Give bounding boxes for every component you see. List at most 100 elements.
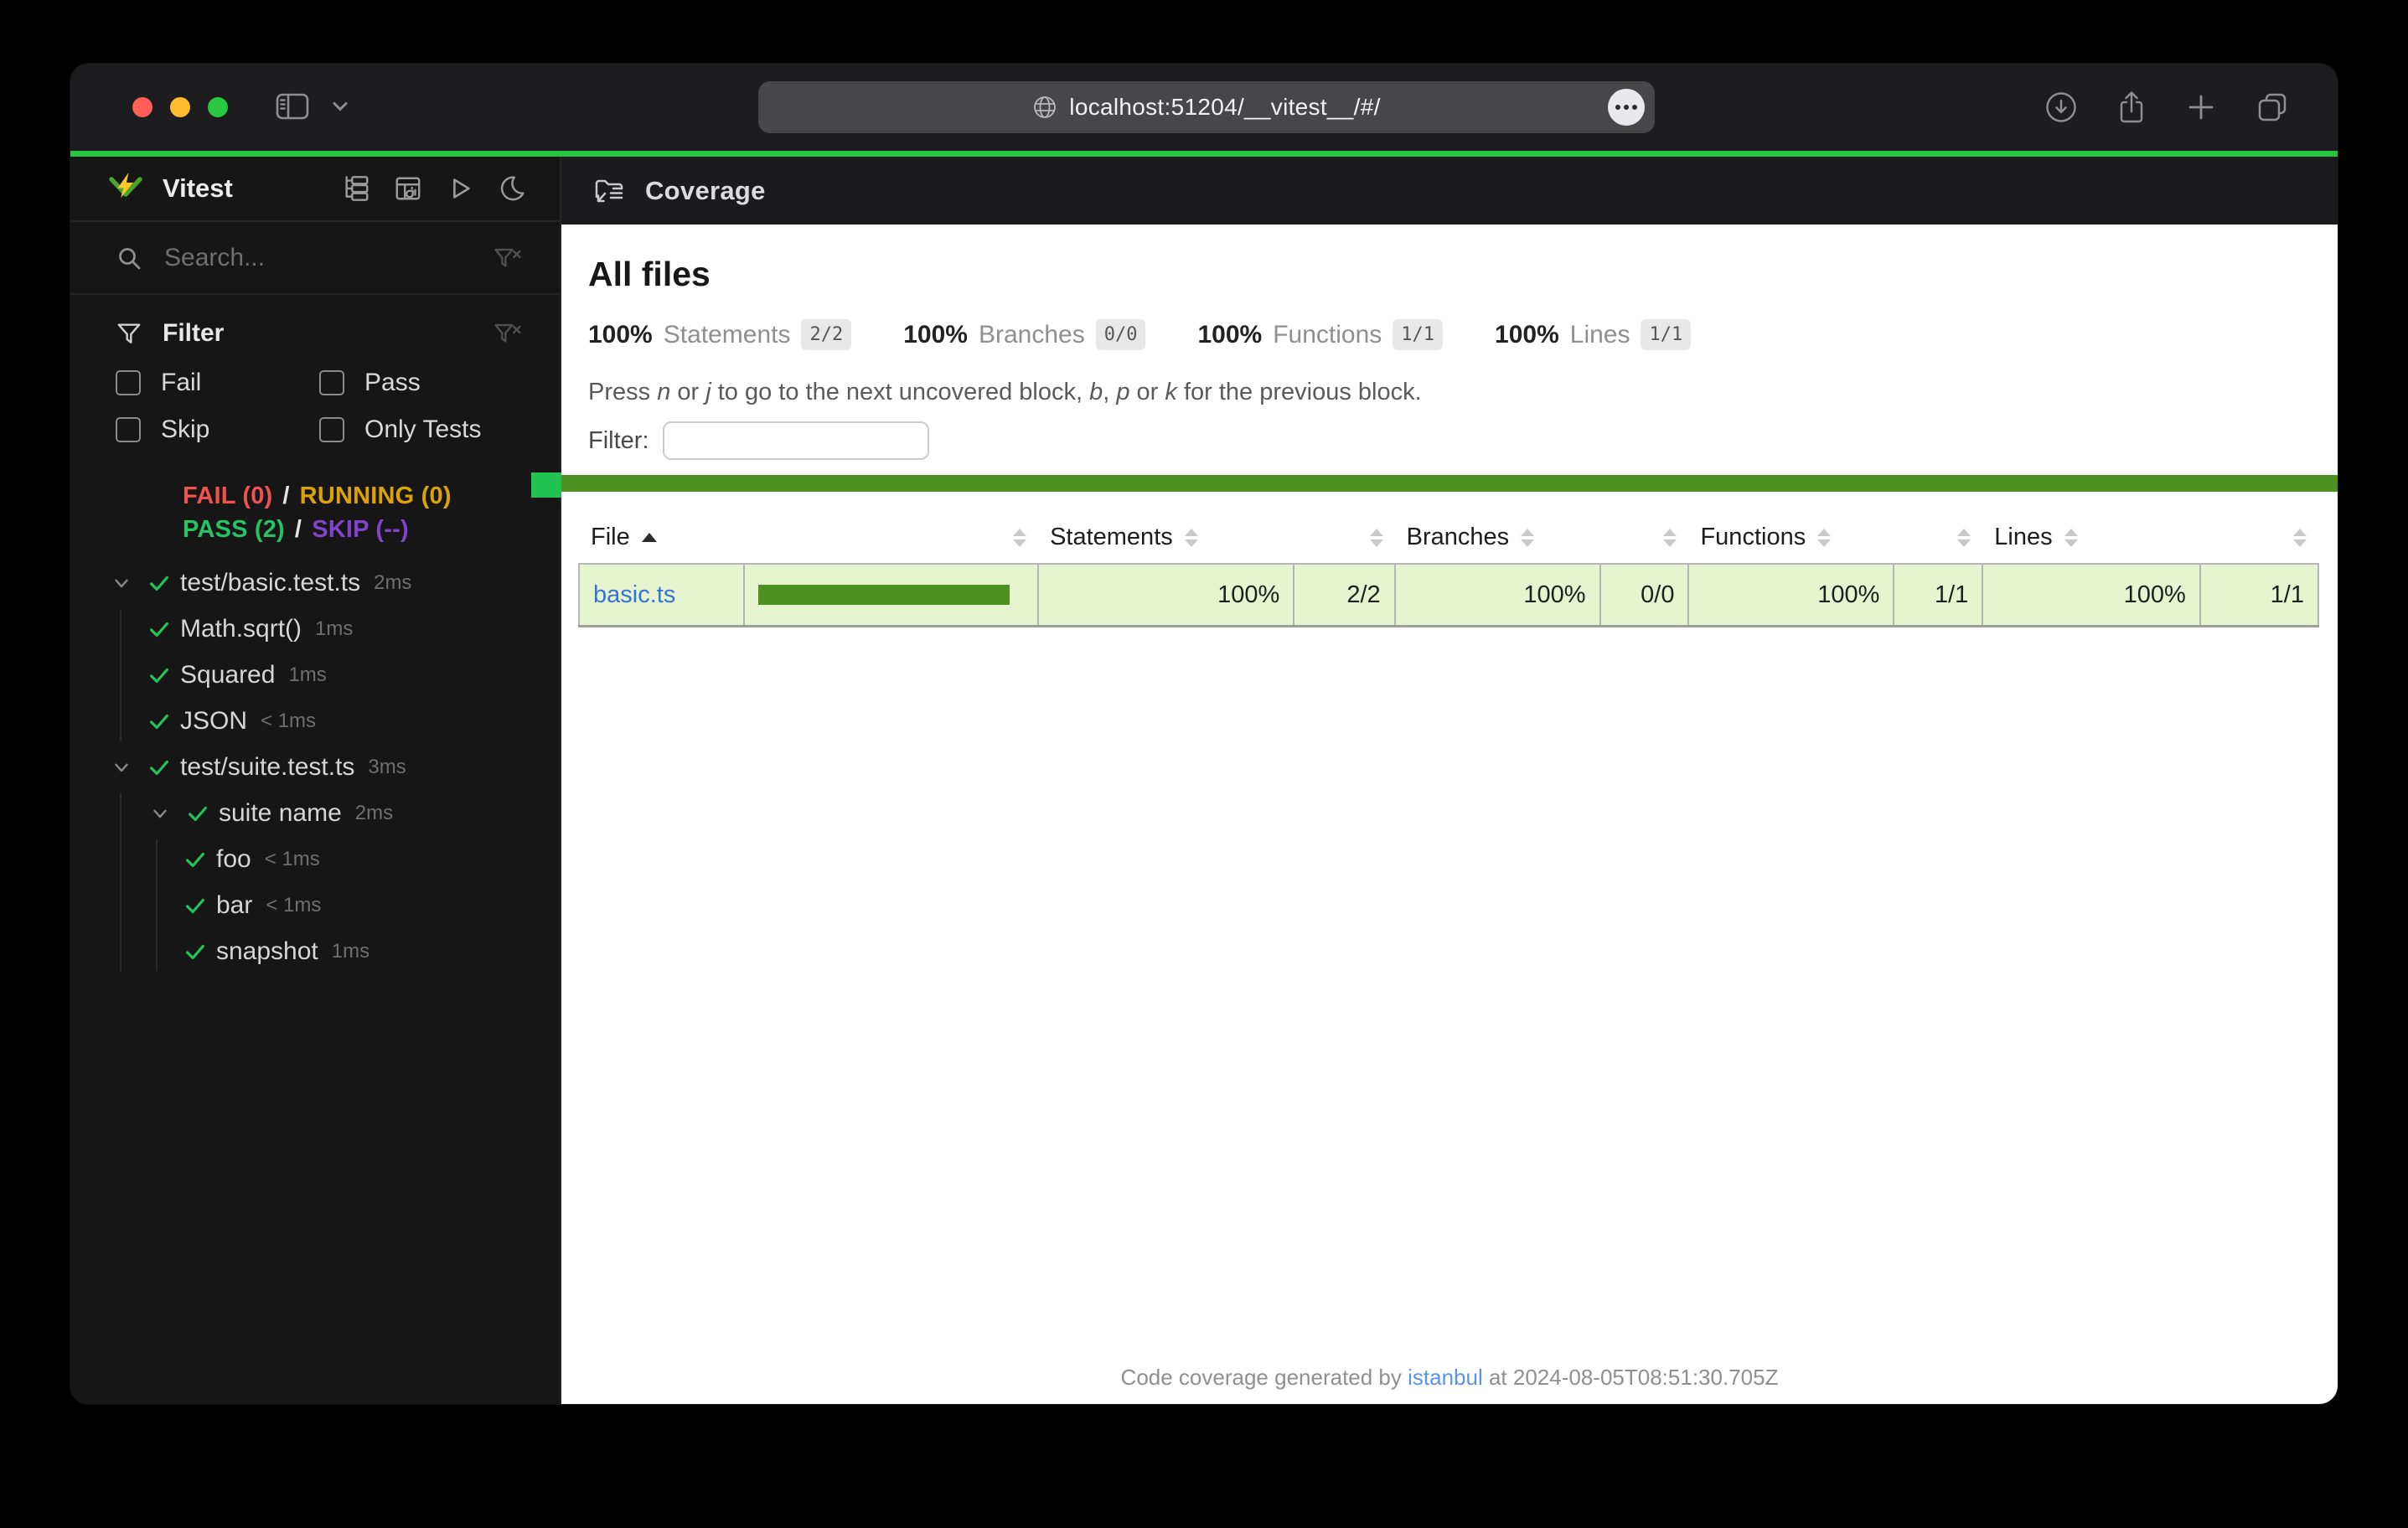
app-title: Vitest: [163, 173, 233, 204]
run-all-icon[interactable]: [446, 174, 474, 203]
sort-toggle-icon[interactable]: [1957, 529, 1971, 547]
progress-indicator: [531, 472, 561, 498]
sort-toggle-icon[interactable]: [1817, 529, 1831, 547]
sort-toggle-icon[interactable]: [2064, 529, 2078, 547]
minimize-window-button[interactable]: [170, 97, 190, 117]
column-header-lines[interactable]: Lines: [1982, 512, 2200, 564]
filter-option-pass[interactable]: Pass: [319, 369, 523, 397]
check-icon: [183, 847, 208, 872]
column-header[interactable]: [744, 512, 1038, 564]
filter-option-skip[interactable]: Skip: [116, 416, 319, 444]
sort-toggle-icon[interactable]: [1521, 529, 1534, 547]
test-case-row[interactable]: Math.sqrt()1ms: [70, 606, 560, 652]
checkbox[interactable]: [116, 370, 141, 395]
browser-titlebar: localhost:51204/__vitest__/#/: [70, 64, 2338, 151]
zoom-window-button[interactable]: [208, 97, 228, 117]
address-bar[interactable]: localhost:51204/__vitest__/#/: [758, 81, 1655, 133]
tree-view-icon[interactable]: [342, 174, 370, 203]
checkbox-label: Fail: [161, 369, 201, 397]
sidebar-toggle-icon[interactable]: [275, 91, 310, 121]
fraction-cell: 0/0: [1600, 564, 1689, 627]
dark-mode-moon-icon[interactable]: [498, 174, 526, 203]
column-header[interactable]: [2200, 512, 2318, 564]
stat-percent: 100%: [1495, 321, 1559, 349]
test-file-row[interactable]: test/suite.test.ts3ms: [70, 744, 560, 790]
status-count-sep: /: [282, 483, 289, 510]
column-header[interactable]: [1600, 512, 1689, 564]
status-count-fail: FAIL (0): [183, 483, 272, 510]
test-search-box[interactable]: Search...: [70, 220, 560, 295]
fraction-cell: 1/1: [1894, 564, 1982, 627]
downloads-icon[interactable]: [2044, 90, 2078, 124]
page-settings-button[interactable]: [1608, 89, 1645, 126]
test-file-row[interactable]: test/basic.test.ts2ms: [70, 560, 560, 606]
checkbox[interactable]: [319, 370, 344, 395]
sort-toggle-icon[interactable]: [1663, 529, 1677, 547]
test-case-row[interactable]: bar< 1ms: [70, 882, 560, 928]
dashboard-icon[interactable]: [394, 174, 422, 203]
column-header-branches[interactable]: Branches: [1395, 512, 1600, 564]
column-header-statements[interactable]: Statements: [1038, 512, 1294, 564]
share-icon[interactable]: [2116, 89, 2147, 126]
stat-functions: 100%Functions1/1: [1197, 319, 1443, 350]
chevron-down-icon[interactable]: [111, 756, 132, 778]
column-header-functions[interactable]: Functions: [1688, 512, 1894, 564]
column-label: File: [591, 524, 630, 551]
sort-ascending-icon[interactable]: [642, 533, 657, 542]
column-label: Branches: [1407, 524, 1510, 551]
file-link[interactable]: basic.ts: [593, 581, 675, 608]
coverage-filter-input[interactable]: [663, 421, 929, 460]
clear-search-filter-icon[interactable]: [493, 245, 523, 271]
stat-percent: 100%: [903, 321, 968, 349]
status-count-running: RUNNING (0): [300, 483, 452, 510]
globe-icon: [1032, 95, 1057, 120]
test-case-row[interactable]: Squared1ms: [70, 652, 560, 698]
test-file-row[interactable]: suite name2ms: [70, 790, 560, 836]
test-duration: < 1ms: [261, 710, 316, 733]
chevron-down-icon[interactable]: [332, 101, 349, 112]
column-header-file[interactable]: File: [579, 512, 744, 564]
test-case-row[interactable]: JSON< 1ms: [70, 698, 560, 744]
new-tab-icon[interactable]: [2185, 91, 2217, 123]
test-name: bar: [216, 891, 252, 920]
vitest-sidebar: Vitest: [70, 157, 561, 1404]
sort-toggle-icon[interactable]: [1013, 529, 1026, 547]
checkbox[interactable]: [116, 417, 141, 442]
sort-toggle-icon[interactable]: [1185, 529, 1198, 547]
column-header[interactable]: [1894, 512, 1982, 564]
coverage-status-line: [561, 475, 2338, 492]
tab-overview-icon[interactable]: [2256, 90, 2289, 124]
filter-section: Filter FailPassSkipOnly Tests: [70, 295, 560, 456]
run-summary: FAIL (0)/RUNNING (0) PASS (2)/SKIP (--): [70, 479, 560, 546]
close-window-button[interactable]: [132, 97, 152, 117]
test-name: Squared: [180, 661, 275, 689]
clear-filter-icon[interactable]: [493, 321, 523, 346]
checkbox[interactable]: [319, 417, 344, 442]
chevron-down-icon[interactable]: [149, 803, 171, 824]
filter-options: Fail PassSkipOnly Tests: [116, 369, 523, 444]
sort-toggle-icon[interactable]: [1370, 529, 1383, 547]
filter-option-only-tests[interactable]: Only Tests: [319, 416, 523, 444]
test-case-row[interactable]: foo< 1ms: [70, 836, 560, 882]
stat-label: Functions: [1273, 321, 1382, 349]
test-name: test/suite.test.ts: [180, 753, 354, 782]
stat-statements: 100%Statements2/2: [588, 319, 851, 350]
status-count-pass: PASS (2): [183, 516, 285, 544]
test-group: Math.sqrt()1msSquared1msJSON< 1ms: [70, 606, 560, 744]
report-title: All files: [588, 255, 2338, 294]
chevron-down-icon[interactable]: [111, 572, 132, 594]
stat-lines: 100%Lines1/1: [1495, 319, 1691, 350]
filter-option-fail[interactable]: Fail: [116, 369, 319, 397]
column-header[interactable]: [1294, 512, 1394, 564]
test-duration: 1ms: [332, 940, 369, 963]
footer-suffix: at 2024-08-05T08:51:30.705Z: [1483, 1365, 1779, 1390]
test-duration: 1ms: [315, 617, 353, 641]
stat-percent: 100%: [1197, 321, 1262, 349]
coverage-bar: [758, 585, 1010, 605]
istanbul-link[interactable]: istanbul: [1408, 1365, 1483, 1390]
sort-toggle-icon[interactable]: [2293, 529, 2307, 547]
coverage-panel: Coverage All files 100%Statements2/2100%…: [561, 157, 2338, 1404]
percent-cell: 100%: [1982, 564, 2200, 627]
test-case-row[interactable]: snapshot1ms: [70, 928, 560, 974]
report-footer: Code coverage generated by istanbul at 2…: [561, 1365, 2338, 1391]
